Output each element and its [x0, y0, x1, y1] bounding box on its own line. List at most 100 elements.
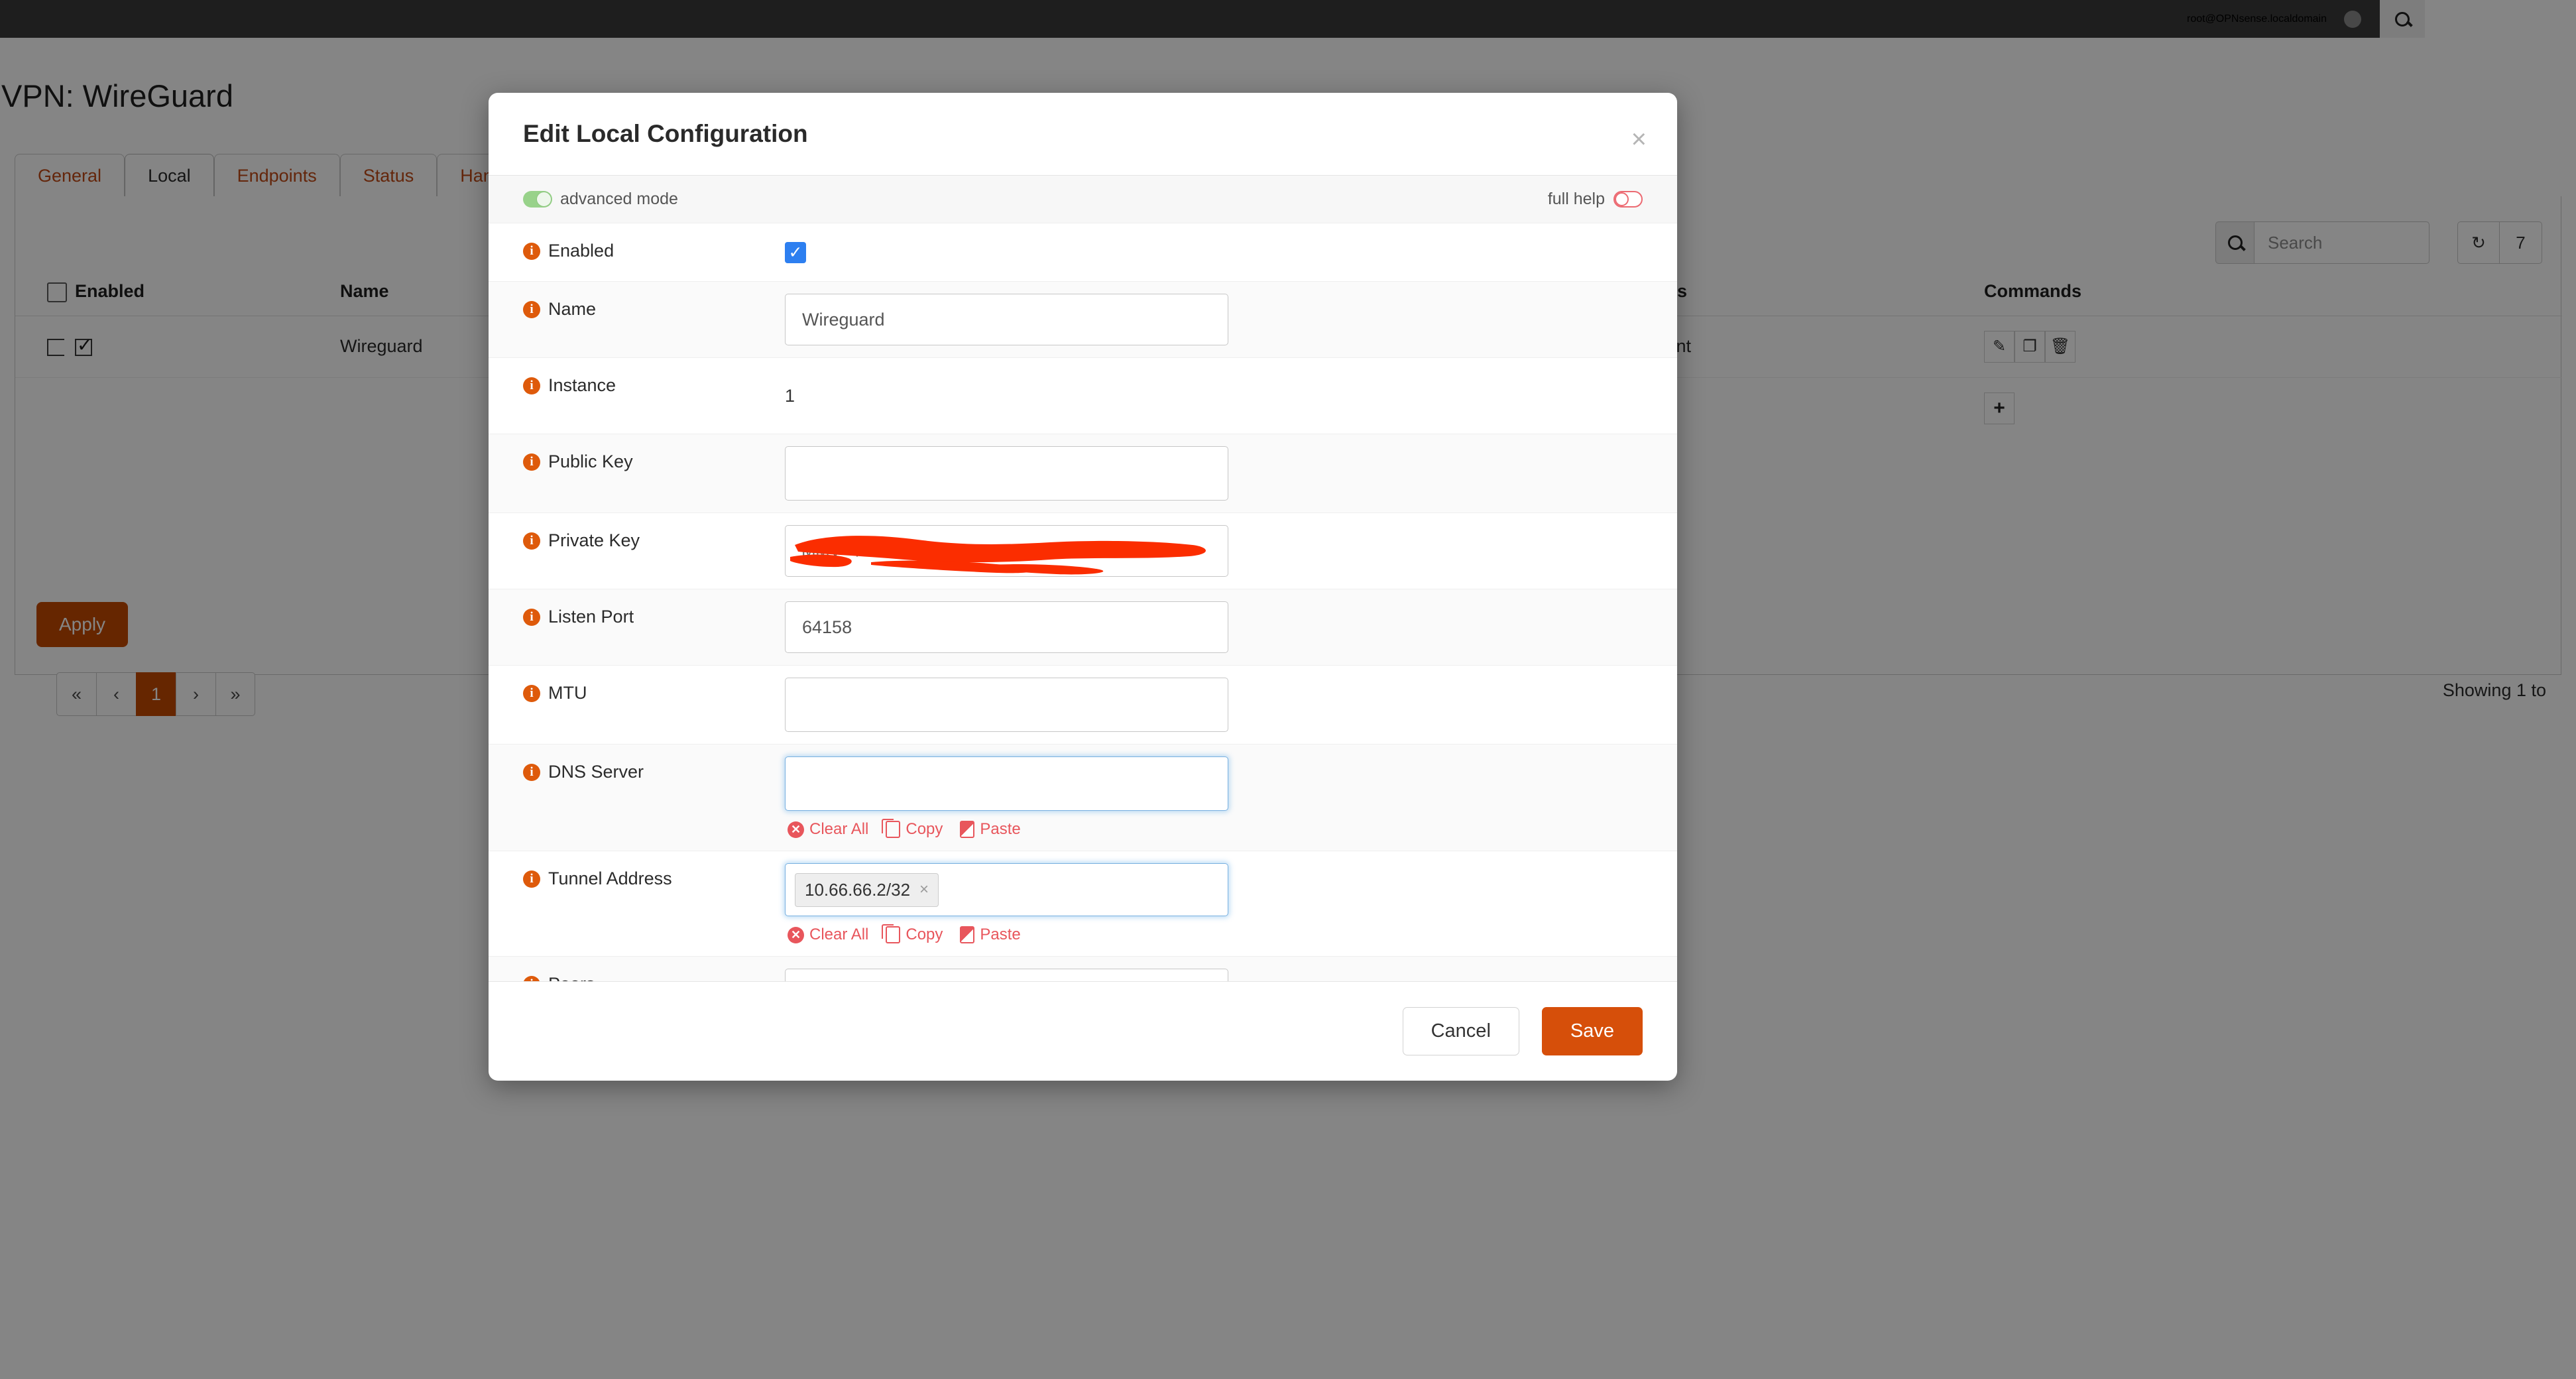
- action-label: Copy: [906, 820, 943, 838]
- instance-value: 1: [785, 386, 795, 406]
- action-label: Copy: [906, 926, 943, 943]
- field-label-public-key: i Public Key: [523, 434, 785, 489]
- clear-icon: ✕: [788, 926, 804, 943]
- info-icon[interactable]: i: [523, 453, 540, 471]
- public-key-input[interactable]: [785, 446, 1228, 501]
- advanced-mode-toggle[interactable]: [523, 191, 552, 208]
- field-row-dns-server: i DNS Server ✕ Clear All Copy Paste: [489, 745, 1677, 851]
- field-control-instance: 1: [785, 358, 1643, 434]
- copy-icon: [882, 924, 901, 943]
- full-help-control[interactable]: full help: [1548, 190, 1643, 209]
- label-text: Public Key: [548, 451, 633, 471]
- dialog-header: Edit Local Configuration ×: [489, 93, 1677, 176]
- field-row-peers: i Peers WGEndpint ✕ Clear All: [489, 957, 1677, 981]
- info-icon[interactable]: i: [523, 870, 540, 888]
- field-control-dns-server: ✕ Clear All Copy Paste: [785, 745, 1643, 851]
- tunnel-clear-all-button[interactable]: ✕ Clear All: [788, 926, 868, 944]
- dns-clear-all-button[interactable]: ✕ Clear All: [788, 820, 868, 839]
- label-text: Private Key: [548, 530, 640, 550]
- field-control-tunnel-address: 10.66.66.2/32 × ✕ Clear All Copy Paste: [785, 851, 1643, 956]
- save-button[interactable]: Save: [1541, 1007, 1643, 1055]
- paste-icon: [960, 926, 975, 943]
- info-icon[interactable]: i: [523, 975, 540, 981]
- field-row-enabled: i Enabled ✓: [489, 223, 1677, 282]
- field-label-private-key: i Private Key: [523, 513, 785, 568]
- listen-port-input[interactable]: 64158: [785, 601, 1228, 653]
- enabled-checkbox[interactable]: ✓: [785, 242, 806, 263]
- field-label-listen-port: i Listen Port: [523, 589, 785, 644]
- name-input[interactable]: Wireguard: [785, 294, 1228, 345]
- field-label-instance: i Instance: [523, 358, 785, 413]
- mtu-input[interactable]: [785, 678, 1228, 732]
- field-label-mtu: i MTU: [523, 666, 785, 721]
- dialog-body: advanced mode full help i Enabled ✓ i Na…: [489, 176, 1677, 981]
- field-label-peers: i Peers: [523, 957, 785, 981]
- label-text: Name: [548, 299, 597, 319]
- info-icon[interactable]: i: [523, 300, 540, 318]
- field-row-private-key: i Private Key MMV+4+EciKovergEP-1.......…: [489, 513, 1677, 589]
- advanced-mode-control[interactable]: advanced mode: [523, 190, 678, 209]
- close-icon[interactable]: ×: [1631, 126, 1647, 152]
- label-text: MTU: [548, 683, 587, 703]
- edit-local-configuration-dialog: Edit Local Configuration × advanced mode…: [489, 93, 1677, 1081]
- info-icon[interactable]: i: [523, 377, 540, 394]
- private-key-value: MMV+4+EciKovergEP-1............g...B...: [801, 540, 1083, 561]
- field-row-public-key: i Public Key: [489, 434, 1677, 513]
- full-help-label: full help: [1547, 190, 1605, 208]
- action-label: Paste: [980, 926, 1021, 943]
- toggle-knob: [536, 192, 552, 207]
- private-key-wrapper: MMV+4+EciKovergEP-1............g...B...: [785, 525, 1228, 577]
- tunnel-paste-button[interactable]: Paste: [960, 926, 1021, 944]
- dns-server-actions: ✕ Clear All Copy Paste: [785, 819, 1643, 839]
- tag-remove-icon[interactable]: ×: [919, 880, 929, 899]
- tunnel-copy-button[interactable]: Copy: [882, 924, 943, 944]
- clear-icon: ✕: [788, 821, 804, 838]
- label-text: Instance: [548, 375, 616, 395]
- cancel-button[interactable]: Cancel: [1402, 1007, 1519, 1055]
- full-help-toggle[interactable]: [1613, 191, 1643, 208]
- paste-icon: [960, 821, 975, 838]
- field-label-dns-server: i DNS Server: [523, 745, 785, 800]
- field-label-enabled: i Enabled: [523, 223, 785, 278]
- advanced-mode-label: advanced mode: [560, 190, 678, 208]
- info-icon[interactable]: i: [523, 763, 540, 781]
- info-icon[interactable]: i: [523, 684, 540, 702]
- field-control-listen-port: 64158: [785, 589, 1643, 665]
- toggle-knob: [1615, 192, 1629, 206]
- copy-icon: [882, 819, 901, 838]
- field-row-instance: i Instance 1: [489, 358, 1677, 434]
- dns-copy-button[interactable]: Copy: [882, 819, 943, 839]
- field-row-name: i Name Wireguard: [489, 282, 1677, 358]
- field-control-name: Wireguard: [785, 282, 1643, 357]
- field-label-tunnel-address: i Tunnel Address: [523, 851, 785, 906]
- dialog-footer: Cancel Save: [489, 981, 1677, 1081]
- tunnel-address-input[interactable]: 10.66.66.2/32 ×: [785, 863, 1228, 916]
- info-icon[interactable]: i: [523, 532, 540, 550]
- dialog-title: Edit Local Configuration: [523, 120, 808, 147]
- dialog-options-bar: advanced mode full help: [489, 176, 1677, 223]
- field-control-public-key: [785, 434, 1643, 512]
- field-control-mtu: [785, 666, 1643, 744]
- label-text: Listen Port: [548, 607, 634, 627]
- field-control-peers: WGEndpint ✕ Clear All: [785, 957, 1643, 981]
- tunnel-address-actions: ✕ Clear All Copy Paste: [785, 924, 1643, 944]
- action-label: Clear All: [809, 926, 869, 943]
- label-text: Peers: [548, 974, 595, 981]
- field-control-private-key: MMV+4+EciKovergEP-1............g...B...: [785, 513, 1643, 589]
- field-label-name: i Name: [523, 282, 785, 337]
- label-text: Enabled: [548, 241, 615, 261]
- action-label: Clear All: [809, 820, 869, 838]
- info-icon[interactable]: i: [523, 608, 540, 626]
- info-icon[interactable]: i: [523, 242, 540, 260]
- tag-label: 10.66.66.2/32: [805, 879, 911, 900]
- label-text: DNS Server: [548, 762, 644, 782]
- label-text: Tunnel Address: [548, 869, 672, 888]
- field-row-listen-port: i Listen Port 64158: [489, 589, 1677, 666]
- field-row-tunnel-address: i Tunnel Address 10.66.66.2/32 × ✕ Clear…: [489, 851, 1677, 957]
- peers-select[interactable]: WGEndpint: [785, 969, 1228, 981]
- field-row-mtu: i MTU: [489, 666, 1677, 745]
- dns-server-input[interactable]: [785, 756, 1228, 811]
- tunnel-address-tag[interactable]: 10.66.66.2/32 ×: [795, 872, 939, 907]
- dns-paste-button[interactable]: Paste: [960, 820, 1021, 839]
- field-control-enabled: ✓: [785, 223, 1643, 275]
